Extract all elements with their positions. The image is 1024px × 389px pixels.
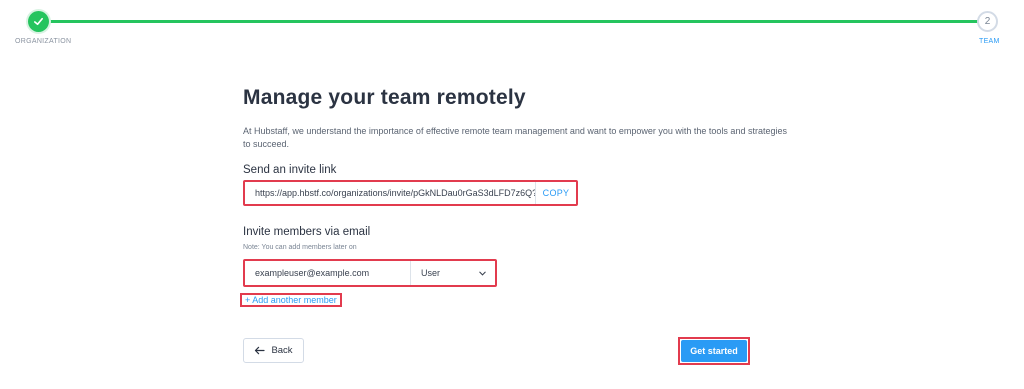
step-organization-label: ORGANIZATION	[15, 38, 72, 45]
invite-link-label: Send an invite link	[243, 164, 337, 176]
back-button[interactable]: Back	[243, 338, 304, 363]
get-started-highlight: Get started	[678, 337, 750, 365]
step-number: 2	[984, 16, 991, 27]
back-button-label: Back	[271, 345, 293, 356]
step-team-indicator: 2	[977, 11, 998, 32]
member-invite-row: exampleuser@example.com User	[243, 259, 497, 287]
invite-link-url[interactable]: https://app.hbstf.co/organizations/invit…	[245, 182, 536, 204]
page-title: Manage your team remotely	[243, 86, 526, 109]
chevron-down-icon	[479, 271, 486, 276]
progress-bar	[38, 20, 986, 23]
role-select[interactable]: User	[411, 261, 495, 285]
email-field[interactable]: exampleuser@example.com	[245, 261, 411, 285]
invite-link-field: https://app.hbstf.co/organizations/invit…	[243, 180, 578, 206]
email-invite-label: Invite members via email	[243, 226, 371, 238]
add-member-link[interactable]: + Add another member	[240, 293, 342, 307]
copy-link-button[interactable]: COPY	[536, 188, 576, 198]
checkmark-icon	[34, 17, 43, 26]
email-invite-note: Note: You can add members later on	[243, 244, 357, 251]
page-description: At Hubstaff, we understand the importanc…	[243, 126, 787, 149]
arrow-left-icon	[255, 346, 266, 355]
role-select-value: User	[421, 268, 441, 278]
get-started-button[interactable]: Get started	[681, 340, 747, 362]
step-organization-complete	[28, 11, 49, 32]
step-team-label: TEAM	[979, 38, 1000, 45]
